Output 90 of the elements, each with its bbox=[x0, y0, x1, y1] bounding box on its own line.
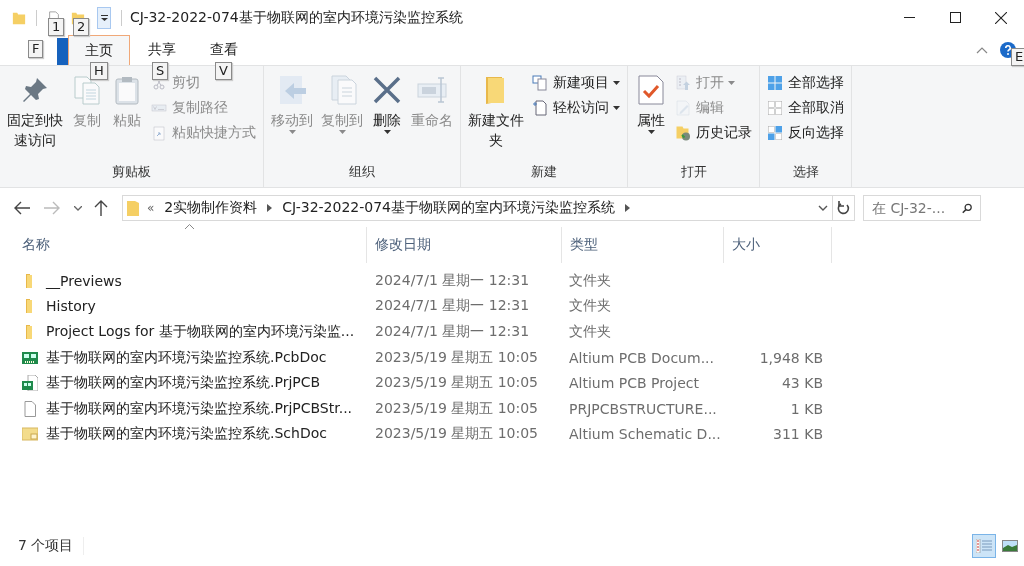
circuit-board-icon bbox=[22, 349, 38, 366]
ribbon-small-button[interactable]: 新建项目 bbox=[529, 70, 623, 95]
dropdown-caret-icon bbox=[647, 130, 655, 134]
file-name[interactable]: 基于物联网的室内环境污染监控系统.PcbDoc bbox=[46, 348, 327, 367]
ribbon-small-button[interactable]: 轻松访问 bbox=[529, 95, 623, 120]
customize-dropdown[interactable] bbox=[97, 6, 111, 29]
keytip-tooltip: V bbox=[215, 62, 232, 80]
date-cell: 2024/7/1 星期一 12:31 bbox=[375, 271, 530, 288]
ribbon-small-button[interactable]: 历史记录 bbox=[672, 120, 755, 145]
file-name[interactable]: __Previews bbox=[46, 272, 122, 289]
group-label: 选择 bbox=[791, 163, 820, 181]
schematic-file-icon bbox=[22, 426, 38, 443]
file-name[interactable]: History bbox=[46, 298, 96, 315]
date-cell: 2024/7/1 星期一 12:31 bbox=[375, 323, 530, 339]
delete-icon bbox=[371, 74, 403, 106]
ribbon-button[interactable]: 删除 bbox=[368, 70, 406, 138]
ribbon-tab[interactable]: 主页 bbox=[68, 35, 130, 65]
date-cell: 2023/5/19 星期五 10:05 bbox=[375, 374, 539, 391]
dropdown-caret-icon bbox=[338, 130, 346, 134]
file-name[interactable]: 基于物联网的室内环境污染监控系统.PrjPCBStr... bbox=[46, 399, 353, 418]
dropdown-caret-icon bbox=[383, 130, 391, 134]
chevron-icon[interactable] bbox=[267, 204, 273, 212]
keytip-tooltip: F bbox=[28, 40, 44, 58]
back-icon[interactable] bbox=[14, 201, 30, 215]
ribbon-small-button[interactable]: 反向选择 bbox=[764, 120, 847, 145]
group-label: 打开 bbox=[679, 163, 708, 181]
file-name[interactable]: 基于物联网的室内环境污染监控系统.SchDoc bbox=[46, 425, 327, 444]
column-header[interactable]: 大小 bbox=[732, 236, 760, 254]
date-cell: 2023/5/19 星期五 10:05 bbox=[375, 425, 539, 442]
date-cell: 2023/5/19 星期五 10:05 bbox=[375, 399, 539, 416]
dropdown-caret-icon bbox=[288, 130, 296, 134]
up-icon[interactable] bbox=[94, 200, 108, 216]
column-header[interactable]: 名称 bbox=[22, 236, 50, 254]
type-cell: PRJPCBSTRUCTURE... bbox=[569, 400, 717, 417]
close-icon bbox=[995, 11, 1007, 24]
keytip-tooltip: 2 bbox=[73, 18, 90, 36]
dropdown-icon[interactable] bbox=[818, 205, 828, 211]
type-cell: Altium Schematic D... bbox=[569, 426, 721, 443]
type-cell: 文件夹 bbox=[569, 297, 611, 314]
folder-icon bbox=[127, 200, 139, 216]
column-header[interactable]: 修改日期 bbox=[375, 236, 431, 254]
date-cell: 2023/5/19 星期五 10:05 bbox=[375, 348, 539, 365]
ribbon-tab[interactable]: 查看 bbox=[194, 35, 254, 65]
type-cell: Altium PCB Project bbox=[569, 375, 699, 392]
keytip-tooltip: 1 bbox=[48, 18, 65, 36]
file-name[interactable]: 基于物联网的室内环境污染监控系统.PrjPCB bbox=[46, 374, 321, 393]
dropdown-caret-icon bbox=[728, 80, 735, 85]
item-count: 7 个项目 bbox=[18, 537, 85, 555]
window-title: CJ-32-2022-074基于物联网的室内环境污染监控系统 bbox=[130, 8, 463, 27]
dropdown-caret-icon bbox=[613, 105, 620, 110]
collapse-ribbon-icon[interactable] bbox=[976, 46, 988, 54]
type-cell: 文件夹 bbox=[569, 271, 611, 288]
search-icon bbox=[962, 201, 972, 215]
circuit-board-file-icon bbox=[22, 375, 38, 392]
keytip-tooltip: H bbox=[90, 62, 108, 80]
keytip-tooltip: S bbox=[152, 62, 169, 80]
type-cell: 文件夹 bbox=[569, 323, 611, 339]
search-field[interactable]: 在 CJ-32-... bbox=[863, 195, 981, 221]
group-label: 剪贴板 bbox=[111, 163, 152, 181]
breadcrumb[interactable]: 2实物制作资料 bbox=[164, 199, 258, 217]
group-label: 组织 bbox=[348, 163, 376, 181]
size-cell: 1 KB bbox=[790, 400, 823, 417]
ribbon-small-button[interactable]: 全部选择 bbox=[764, 70, 847, 95]
size-cell: 1,948 KB bbox=[759, 349, 823, 366]
caret-icon bbox=[100, 14, 108, 21]
group-label: 新建 bbox=[530, 163, 558, 181]
ribbon-tab[interactable]: 共享 bbox=[132, 35, 192, 65]
keytip-tooltip: E bbox=[1011, 48, 1024, 66]
refresh-icon bbox=[837, 201, 850, 215]
ribbon-button[interactable]: 固定到快速访问 bbox=[4, 70, 66, 154]
date-cell: 2024/7/1 星期一 12:31 bbox=[375, 297, 530, 314]
ribbon-button[interactable]: 属性 bbox=[632, 70, 670, 138]
chevron-icon[interactable] bbox=[625, 204, 630, 212]
landscape-thumbnail-icon bbox=[1002, 540, 1018, 552]
maximize-icon bbox=[949, 12, 961, 23]
dropdown-caret-icon bbox=[613, 80, 620, 85]
recent-locations-icon[interactable] bbox=[74, 205, 82, 211]
address-bar[interactable]: « 2实物制作资料 CJ-32-2022-074基于物联网的室内环境污染监控系统 bbox=[122, 195, 855, 221]
blank-file-icon bbox=[22, 400, 38, 417]
column-header[interactable]: 类型 bbox=[570, 236, 598, 254]
details-list-icon bbox=[976, 539, 992, 553]
ribbon-small-button[interactable]: 全部取消 bbox=[764, 95, 847, 120]
type-cell: Altium PCB Docum... bbox=[569, 349, 714, 366]
copy-icon bbox=[71, 74, 103, 106]
size-cell: 311 KB bbox=[773, 426, 823, 443]
ribbon-button[interactable]: 新建文件夹 bbox=[465, 70, 527, 154]
size-cell: 43 KB bbox=[781, 375, 823, 392]
breadcrumb[interactable]: CJ-32-2022-074基于物联网的室内环境污染监控系统 bbox=[282, 199, 615, 217]
overflow-chevron[interactable]: « bbox=[147, 201, 155, 215]
file-name[interactable]: Project Logs for 基于物联网的室内环境污染监... bbox=[46, 323, 355, 341]
